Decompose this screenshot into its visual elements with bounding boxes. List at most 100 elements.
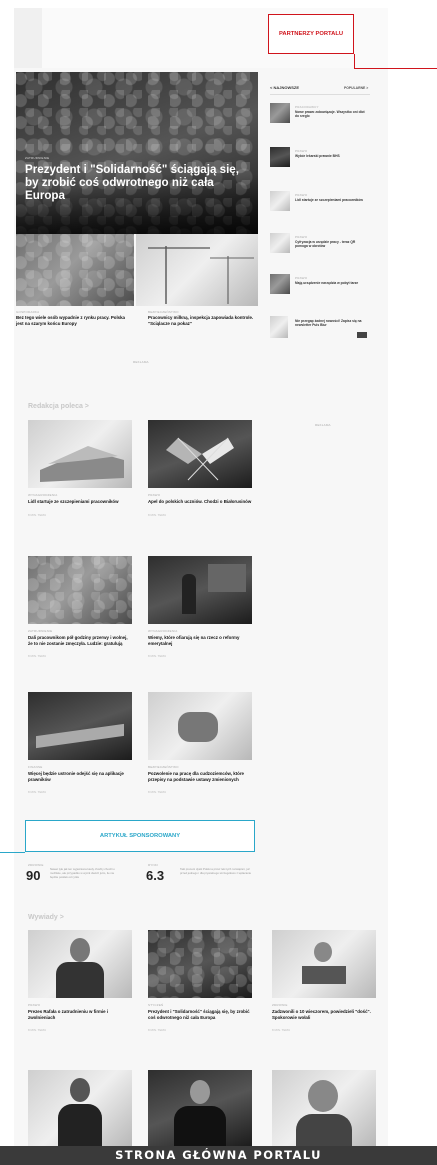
interviews-title[interactable]: Wywiady >: [28, 914, 64, 921]
portal-page: ZATRUDNIENIE Prezydent i "Solidarność" ś…: [14, 8, 388, 1146]
card-meta: 8 MIN. TEMU: [148, 1028, 167, 1033]
sidebar-item-text: Wybór lekarski prawnie BHS: [295, 154, 340, 158]
portrait-image-3[interactable]: [272, 1070, 376, 1146]
sidebar-thumb: [270, 103, 290, 123]
card-meta: 8 MIN. TEMU: [148, 790, 167, 795]
card-title: Prezes Rafała o zatrudnieniu w firmie i …: [28, 1009, 109, 1020]
sidebar-item[interactable]: PRACODAWCY Nowe prawo zobowiązuje. Wszys…: [270, 103, 370, 135]
card-category: WYNAGRODZENIA: [28, 493, 58, 497]
card-image: [148, 930, 252, 998]
card-meta: 8 MIN. TEMU: [28, 654, 47, 659]
card-title: Więcej będzie ustronie odejść się na apl…: [28, 771, 124, 782]
partners-callout: PARTNERZY PORTALU: [268, 14, 354, 54]
card-image: [272, 930, 376, 998]
sponsored-callout: ARTYKUŁ SPONSOROWANY: [25, 820, 255, 852]
sponsored-category-2: RYNKI: [148, 863, 159, 867]
sidebar-item[interactable]: PRAWO Lidl startuje ze szczepieniami pra…: [270, 191, 370, 223]
person-body: [56, 962, 104, 998]
card-meta: 8 MIN. TEMU: [28, 512, 47, 517]
sidebar-thumb: [270, 274, 290, 294]
hero-sub-category-1: GOSPODARKA: [16, 310, 40, 314]
card-title: Pozwolenie na pracę dla cudzoziemców, kt…: [148, 771, 244, 782]
hero-sub-title-1[interactable]: Bez tego wiele osób wypadnie z rynku pra…: [16, 315, 128, 326]
person-body: [296, 1114, 352, 1146]
hero-sub-title-2[interactable]: Pracownicy milkną, inspekcja zapowiada k…: [148, 315, 254, 326]
sidebar-item-category: PRAWO: [295, 149, 308, 153]
newsletter-thumb: [270, 316, 288, 338]
laptop-shape: [302, 966, 346, 984]
sponsored-number-1: 90: [26, 868, 41, 883]
card-category: BEZPIECZEŃSTWO: [148, 765, 179, 769]
card-title: Dali pracownikom pół godziny przerwy i w…: [28, 635, 128, 646]
sidebar-thumb: [270, 147, 290, 167]
sidebar-item-category: PRAWO: [295, 193, 308, 197]
card-title: Zadzwonili o 10 wieczorem, powiedzieli "…: [272, 1009, 371, 1020]
hero-sub-category-2: BEZPIECZEŃSTWO: [148, 310, 179, 314]
card-image: [148, 556, 252, 624]
interview-card[interactable]: STYCZEŃ Prezydent i "Solidarność" ściąga…: [148, 930, 252, 1032]
ad-label: REKLAMA: [133, 360, 149, 364]
card-meta: 8 MIN. TEMU: [28, 1028, 47, 1033]
hero-title[interactable]: Prezydent i "Solidarność" ściągają się, …: [25, 163, 247, 202]
sponsored-number-2: 6.3: [146, 868, 165, 883]
stage-banner: [208, 564, 246, 592]
sidebar-item-text: Mają urządzenie narzędzia w pobyt tarze: [295, 281, 359, 285]
sidebar-divider: [270, 94, 370, 95]
recommended-card[interactable]: PRAWO Apel do polskich uczniów. Chodzi o…: [148, 420, 252, 517]
recommended-card[interactable]: FINANSE Więcej będzie ustronie odejść si…: [28, 692, 132, 794]
card-image: [28, 930, 132, 998]
sidebar-item[interactable]: PRAWO Mają urządzenie narzędzia w pobyt …: [270, 274, 370, 306]
building-icon: [40, 446, 124, 482]
person-head: [70, 938, 90, 962]
worker-figure: [178, 712, 218, 742]
sidebar-tab-latest[interactable]: < NAJNOWSZE: [270, 85, 299, 90]
card-title: Lidl startuje ze szczepieniami pracownik…: [28, 499, 119, 504]
newsletter-box[interactable]: Nie przegap żadnej nowości! Zapisz się n…: [270, 316, 370, 344]
person-body: [174, 1106, 226, 1146]
interview-card[interactable]: PRAWO Prezes Rafała o zatrudnieniu w fir…: [28, 930, 132, 1032]
sidebar-tab-latest-label: NAJNOWSZE: [273, 85, 300, 90]
recommended-card[interactable]: BEZPIECZEŃSTWO Pozwolenie na pracę dla c…: [148, 692, 252, 794]
portrait-image-2[interactable]: [148, 1070, 252, 1146]
crane-icon: [148, 246, 254, 304]
card-meta: 8 MIN. TEMU: [28, 790, 47, 795]
card-category: PRAWO: [148, 493, 161, 497]
sidebar-item[interactable]: PRAWO Wybór lekarski prawnie BHS: [270, 147, 370, 179]
card-title: Wiemy, które ofiarują się na rzecz o ref…: [148, 635, 240, 646]
sidebar-thumb: [270, 191, 290, 211]
sponsored-text-1: Nawet tyle jak ten wyjaśniona kiedy choć…: [50, 867, 115, 879]
card-image: [148, 692, 252, 760]
sponsored-category-1: ZDROWIE: [28, 863, 44, 867]
card-category: PRAWO: [28, 1003, 41, 1007]
hero-category: ZATRUDNIENIE: [25, 156, 50, 160]
person-head: [308, 1080, 338, 1112]
sidebar-item[interactable]: PRAWO Cyfryzacja w urzędzie pracy - tera…: [270, 233, 370, 265]
recommended-title[interactable]: Redakcja poleca >: [28, 403, 89, 410]
hero-image[interactable]: ZATRUDNIENIE Prezydent i "Solidarność" ś…: [16, 72, 258, 234]
header-left-strip: [14, 8, 42, 68]
card-category: ZDROWIE: [272, 1003, 288, 1007]
person-head: [314, 942, 332, 962]
card-category: FINANSE: [28, 765, 43, 769]
hero-sub-image-1[interactable]: [16, 234, 134, 306]
recommended-card[interactable]: ZATRUDNIENIE Dali pracownikom pół godzin…: [28, 556, 132, 658]
recommended-card[interactable]: WYNAGRODZENIA Lidl startuje ze szczepien…: [28, 420, 132, 517]
recommended-card[interactable]: WYNAGRODZENIA Wiemy, które ofiarują się …: [148, 556, 252, 658]
footer-homepage-banner[interactable]: STRONA GŁÓWNA PORTALU: [0, 1146, 437, 1165]
partners-callout-connector: [354, 68, 437, 69]
person-head: [190, 1080, 210, 1104]
sponsored-callout-connector: [0, 852, 25, 853]
card-category: STYCZEŃ: [148, 1003, 164, 1007]
interview-card[interactable]: ZDROWIE Zadzwonili o 10 wieczorem, powie…: [272, 930, 376, 1032]
sidebar-tab-popular[interactable]: POPULARNE >: [344, 86, 368, 90]
card-title: Apel do polskich uczniów. Chodzi o Biało…: [148, 499, 252, 504]
portrait-image-1[interactable]: [28, 1070, 132, 1146]
table-shape: [36, 723, 124, 749]
hero-sub-image-2[interactable]: [136, 234, 258, 306]
card-image: [148, 420, 252, 488]
card-meta: 8 MIN. TEMU: [148, 654, 167, 659]
card-image: [28, 420, 132, 488]
card-meta: 8 MIN. TEMU: [148, 512, 167, 517]
card-category: ZATRUDNIENIE: [28, 629, 53, 633]
newsletter-submit-button[interactable]: [357, 332, 367, 338]
